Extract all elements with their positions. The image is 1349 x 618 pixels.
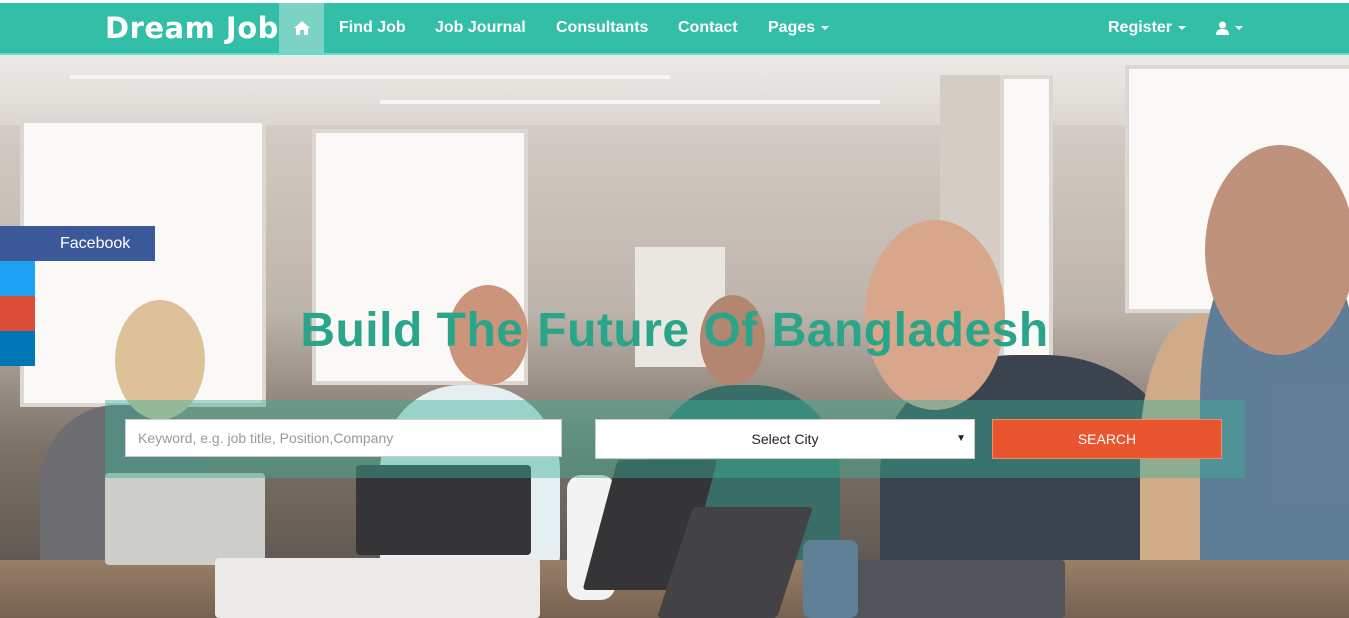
nav-register-label: Register bbox=[1108, 19, 1173, 36]
city-select[interactable]: Select City ▼ bbox=[595, 419, 975, 459]
nav-user-dropdown[interactable] bbox=[1216, 3, 1243, 53]
search-button[interactable]: SEARCH bbox=[992, 419, 1222, 459]
google-plus-share-button[interactable] bbox=[0, 296, 35, 331]
nav-pages-label: Pages bbox=[768, 19, 816, 36]
nav-register-dropdown[interactable]: Register bbox=[1108, 3, 1187, 53]
hero-title: Build The Future Of Bangladesh bbox=[300, 304, 1049, 357]
chevron-down-icon bbox=[1178, 25, 1187, 30]
facebook-label: Facebook bbox=[60, 235, 131, 252]
brand-logo[interactable]: Dream Job bbox=[105, 11, 279, 45]
keyword-search-input[interactable] bbox=[125, 419, 562, 457]
chevron-down-icon bbox=[1235, 25, 1243, 30]
nav-pages-dropdown[interactable]: Pages bbox=[768, 3, 830, 53]
twitter-share-button[interactable] bbox=[0, 261, 35, 296]
linkedin-share-button[interactable] bbox=[0, 331, 35, 366]
home-icon bbox=[293, 21, 310, 35]
dropdown-arrow-icon: ▼ bbox=[956, 433, 966, 444]
nav-contact[interactable]: Contact bbox=[678, 3, 738, 53]
search-panel: Select City ▼ SEARCH bbox=[105, 400, 1245, 478]
nav-find-job[interactable]: Find Job bbox=[339, 3, 406, 53]
facebook-share-button[interactable]: Facebook bbox=[0, 226, 155, 261]
nav-home-button[interactable] bbox=[279, 3, 324, 53]
navbar: Dream Job Find Job Job Journal Consultan… bbox=[0, 3, 1349, 55]
hero-section: Build The Future Of Bangladesh Select Ci… bbox=[0, 55, 1349, 618]
city-select-value: Select City bbox=[751, 431, 819, 447]
user-icon bbox=[1216, 21, 1229, 35]
nav-job-journal[interactable]: Job Journal bbox=[435, 3, 526, 53]
nav-consultants[interactable]: Consultants bbox=[556, 3, 648, 53]
chevron-down-icon bbox=[821, 25, 830, 30]
